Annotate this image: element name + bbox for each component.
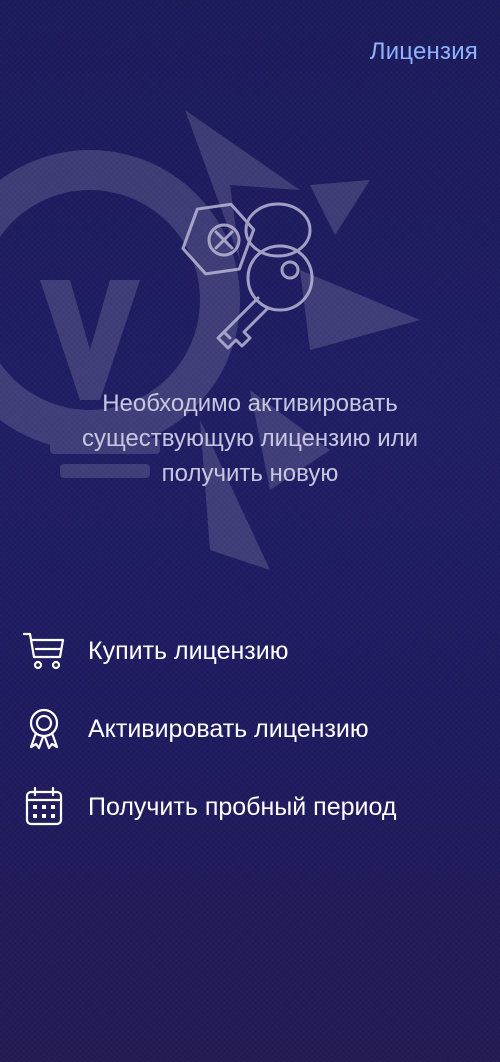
keys-icon <box>181 202 314 350</box>
activate-license-label: Активировать лицензию <box>88 714 369 743</box>
actions-list: Купить лицензию Активировать лицензию По… <box>22 612 482 846</box>
license-header-link[interactable]: Лицензия <box>370 38 478 66</box>
award-icon <box>22 705 70 753</box>
activation-message: Необходимо активировать существующую лиц… <box>81 390 419 487</box>
activate-license-button[interactable]: Активировать лицензию <box>22 690 482 768</box>
trial-period-label: Получить пробный период <box>88 792 397 821</box>
trial-period-button[interactable]: Получить пробный период <box>22 768 482 846</box>
buy-license-button[interactable]: Купить лицензию <box>22 612 482 690</box>
buy-license-label: Купить лицензию <box>88 636 289 665</box>
cart-icon <box>22 627 70 675</box>
calendar-icon <box>22 783 70 831</box>
